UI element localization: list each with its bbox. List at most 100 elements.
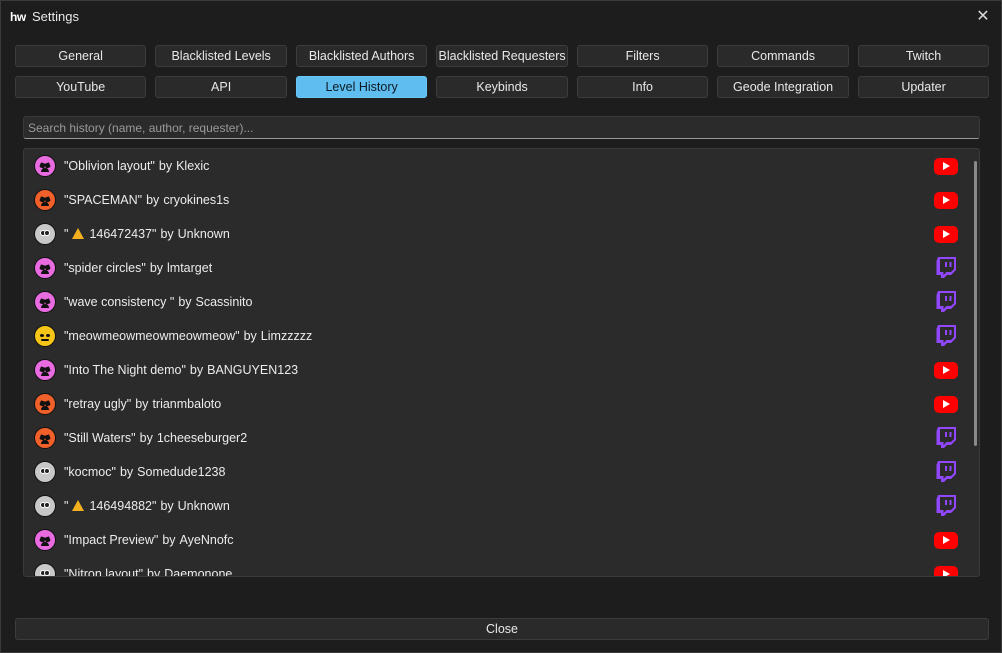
level-name: " <box>64 227 69 241</box>
history-row-text: "spider circles" by lmtarget <box>64 261 212 275</box>
level-history-list[interactable]: "Oblivion layout" by Klexic "SPACEMAN" by cry… <box>23 148 980 577</box>
history-row[interactable]: "Impact Preview" by AyeNnofc <box>34 523 964 557</box>
app-logo: hw <box>10 10 26 24</box>
by-label: by <box>119 465 134 479</box>
level-author: Somedude1238 <box>137 465 226 479</box>
history-row-text: "kocmoc" by Somedude1238 <box>64 465 225 479</box>
tab-general[interactable]: General <box>15 45 147 67</box>
by-label: by <box>158 159 173 173</box>
level-author: Limzzzzz <box>260 329 313 343</box>
settings-tabs: General Blacklisted Levels Blacklisted Aut… <box>15 45 990 98</box>
level-name: "retray ugly" <box>64 397 132 411</box>
history-row-text: "Still Waters" by 1cheeseburger2 <box>64 431 247 445</box>
level-author: BANGUYEN123 <box>207 363 299 377</box>
tab-blacklisted-requesters[interactable]: Blacklisted Requesters <box>436 45 568 67</box>
by-label: by <box>162 533 176 547</box>
demon-difficulty-icon <box>34 359 56 381</box>
insane-difficulty-icon <box>34 427 56 449</box>
tab-blacklisted-authors[interactable]: Blacklisted Authors <box>295 45 428 67</box>
level-id: 146494882" <box>89 499 157 513</box>
demon-difficulty-icon <box>34 291 56 313</box>
by-label: by <box>189 363 204 377</box>
tab-api[interactable]: API <box>155 76 287 98</box>
level-name: "Oblivion layout" <box>64 159 155 173</box>
history-row-text: "Nitron layout" by Daemonone <box>64 567 233 577</box>
tab-youtube[interactable]: YouTube <box>15 76 147 98</box>
by-label: by <box>243 329 257 343</box>
window-title: Settings <box>32 9 79 24</box>
na-difficulty-icon <box>34 223 56 245</box>
demon-difficulty-icon <box>34 155 56 177</box>
history-search-input[interactable] <box>23 116 980 139</box>
youtube-icon <box>934 224 958 244</box>
twitch-icon <box>934 459 958 482</box>
tab-updater[interactable]: Updater <box>857 76 990 98</box>
history-row[interactable]: "Oblivion layout" by Klexic <box>34 149 964 183</box>
level-author: Unknown <box>177 499 230 513</box>
history-row[interactable]: "SPACEMAN" by cryokines1s <box>34 183 964 217</box>
history-row[interactable]: "Still Waters" by 1cheeseburger2 <box>34 421 964 455</box>
title-bar: hw Settings ✕ <box>1 1 1001 32</box>
history-row-text: "SPACEMAN" by cryokines1s <box>64 193 229 207</box>
twitch-icon <box>934 493 958 516</box>
tab-keybinds[interactable]: Keybinds <box>436 76 568 98</box>
history-row[interactable]: "Nitron layout" by Daemonone <box>34 557 964 577</box>
by-label: by <box>160 499 174 513</box>
warning-icon <box>72 499 85 511</box>
twitch-icon <box>934 323 958 346</box>
history-row-text: "Impact Preview" by AyeNnofc <box>64 533 234 547</box>
youtube-icon <box>934 190 958 210</box>
history-row-text: " 146472437" by Unknown <box>64 227 230 241</box>
level-name: "Still Waters" <box>64 431 136 445</box>
tab-blacklisted-levels[interactable]: Blacklisted Levels <box>155 45 287 67</box>
twitch-icon <box>934 289 958 312</box>
level-author: AyeNnofc <box>179 533 234 547</box>
twitch-icon <box>934 255 958 278</box>
history-row[interactable]: "Into The Night demo" by BANGUYEN123 <box>34 353 964 387</box>
level-author: Unknown <box>177 227 230 241</box>
level-name: "wave consistency " <box>64 295 175 309</box>
history-row-text: "Into The Night demo" by BANGUYEN123 <box>64 363 298 377</box>
tab-commands[interactable]: Commands <box>717 45 849 67</box>
window-close-icon[interactable]: ✕ <box>974 7 992 25</box>
history-row[interactable]: " 146494882" by Unknown <box>34 489 964 523</box>
insane-difficulty-icon <box>34 189 56 211</box>
twitch-icon <box>934 425 958 448</box>
by-label: by <box>139 431 153 445</box>
level-author: Klexic <box>176 159 210 173</box>
settings-window: hw Settings ✕ General Blacklisted Levels B… <box>0 0 1002 653</box>
easy-difficulty-icon <box>34 325 56 347</box>
by-label: by <box>160 227 174 241</box>
level-name: "SPACEMAN" <box>64 193 143 207</box>
history-row-text: "Oblivion layout" by Klexic <box>64 159 209 173</box>
by-label: by <box>147 567 161 577</box>
level-name: "kocmoc" <box>64 465 116 479</box>
level-name: "Nitron layout" <box>64 567 144 577</box>
history-row[interactable]: "spider circles" by lmtarget <box>34 251 964 285</box>
level-author: cryokines1s <box>163 193 230 207</box>
history-row[interactable]: "wave consistency " by Scassinito <box>34 285 964 319</box>
level-author: 1cheeseburger2 <box>156 431 248 445</box>
tab-level-history[interactable]: Level History <box>295 76 428 98</box>
warning-icon <box>72 227 85 239</box>
history-row[interactable]: " 146472437" by Unknown <box>34 217 964 251</box>
history-row[interactable]: "retray ugly" by trianmbaloto <box>34 387 964 421</box>
level-author: trianmbaloto <box>152 397 222 411</box>
close-button[interactable]: Close <box>15 618 989 640</box>
level-name: " <box>64 499 69 513</box>
na-difficulty-icon <box>34 563 56 576</box>
tab-geode-integration[interactable]: Geode Integration <box>717 76 849 98</box>
level-name: "meowmeowmeowmeowmeow" <box>64 329 240 343</box>
tab-twitch[interactable]: Twitch <box>857 45 990 67</box>
level-author: Daemonone <box>164 567 233 577</box>
history-row[interactable]: "meowmeowmeowmeowmeow" by Limzzzzz <box>34 319 964 353</box>
youtube-icon <box>934 156 958 176</box>
demon-difficulty-icon <box>34 529 56 551</box>
by-label: by <box>135 397 149 411</box>
history-row[interactable]: "kocmoc" by Somedude1238 <box>34 455 964 489</box>
list-scrollbar[interactable] <box>974 161 977 446</box>
tab-info[interactable]: Info <box>576 76 709 98</box>
tab-filters[interactable]: Filters <box>576 45 709 67</box>
youtube-icon <box>934 394 958 414</box>
level-name: "Impact Preview" <box>64 533 159 547</box>
